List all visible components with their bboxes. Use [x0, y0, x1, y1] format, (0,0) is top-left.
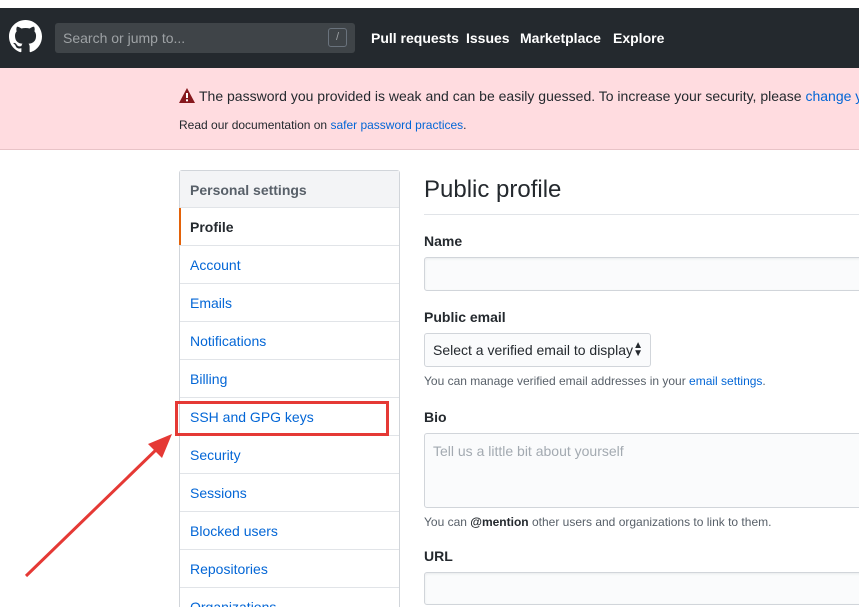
- bio-textarea[interactable]: Tell us a little bit about yourself: [424, 433, 859, 508]
- public-email-label: Public email: [424, 309, 506, 325]
- change-password-link[interactable]: change your: [805, 88, 859, 104]
- nav-marketplace[interactable]: Marketplace: [520, 30, 601, 46]
- public-email-select[interactable]: Select a verified email to display ▲ ▼: [424, 333, 651, 367]
- annotation-highlight-box: [175, 401, 389, 436]
- settings-sidebar: Personal settings Profile Account Emails…: [179, 170, 400, 607]
- sidebar-item-billing[interactable]: Billing: [180, 360, 399, 398]
- email-settings-link[interactable]: email settings: [689, 374, 762, 388]
- bio-placeholder: Tell us a little bit about yourself: [433, 443, 624, 459]
- sidebar-item-account[interactable]: Account: [180, 246, 399, 284]
- url-field[interactable]: [424, 572, 859, 605]
- search-shortcut-badge: /: [328, 28, 347, 47]
- documentation-period: .: [463, 118, 467, 132]
- name-label: Name: [424, 233, 463, 249]
- bio-note-text: You can: [424, 515, 471, 529]
- sidebar-item-security[interactable]: Security: [180, 436, 399, 474]
- search-input[interactable]: Search or jump to... /: [55, 23, 355, 53]
- page-title: Public profile: [424, 176, 562, 203]
- weak-password-warning: The password you provided is weak and ca…: [0, 68, 859, 150]
- mention-text: @mention: [470, 515, 529, 529]
- nav-pull-requests[interactable]: Pull requests: [371, 30, 459, 46]
- documentation-text: Read our documentation on: [179, 118, 331, 132]
- sidebar-heading: Personal settings: [180, 171, 399, 208]
- nav-explore[interactable]: Explore: [613, 30, 664, 46]
- sidebar-item-organizations[interactable]: Organizations: [180, 588, 399, 607]
- sidebar-item-notifications[interactable]: Notifications: [180, 322, 399, 360]
- sidebar-item-emails[interactable]: Emails: [180, 284, 399, 322]
- search-placeholder: Search or jump to...: [63, 30, 186, 46]
- settings-page: Search or jump to... / Pull requests Iss…: [0, 0, 859, 607]
- bio-note: You can @mention other users and organiz…: [424, 515, 771, 529]
- title-divider: [424, 214, 859, 215]
- alert-icon: [179, 88, 195, 103]
- bio-label: Bio: [424, 409, 447, 425]
- url-label: URL: [424, 548, 453, 564]
- email-note-text: You can manage verified email addresses …: [424, 374, 690, 388]
- safer-password-link[interactable]: safer password practices: [330, 118, 463, 132]
- email-note-period: .: [762, 374, 766, 388]
- email-note: You can manage verified email addresses …: [424, 374, 766, 388]
- bio-note-suffix: other users and organizations to link to…: [528, 515, 772, 529]
- warning-text: The password you provided is weak and ca…: [199, 88, 806, 104]
- sidebar-item-blocked-users[interactable]: Blocked users: [180, 512, 399, 550]
- github-logo-icon[interactable]: [9, 20, 42, 53]
- sidebar-item-profile[interactable]: Profile: [179, 208, 399, 246]
- top-header: Search or jump to... / Pull requests Iss…: [0, 8, 859, 68]
- sidebar-item-repositories[interactable]: Repositories: [180, 550, 399, 588]
- sidebar-item-sessions[interactable]: Sessions: [180, 474, 399, 512]
- nav-issues[interactable]: Issues: [466, 30, 510, 46]
- warning-message: The password you provided is weak and ca…: [199, 88, 859, 104]
- select-arrows-icon: ▲ ▼: [633, 340, 643, 359]
- public-email-selected-value: Select a verified email to display: [433, 342, 633, 358]
- documentation-note: Read our documentation on safer password…: [179, 118, 467, 132]
- name-field[interactable]: [424, 257, 859, 291]
